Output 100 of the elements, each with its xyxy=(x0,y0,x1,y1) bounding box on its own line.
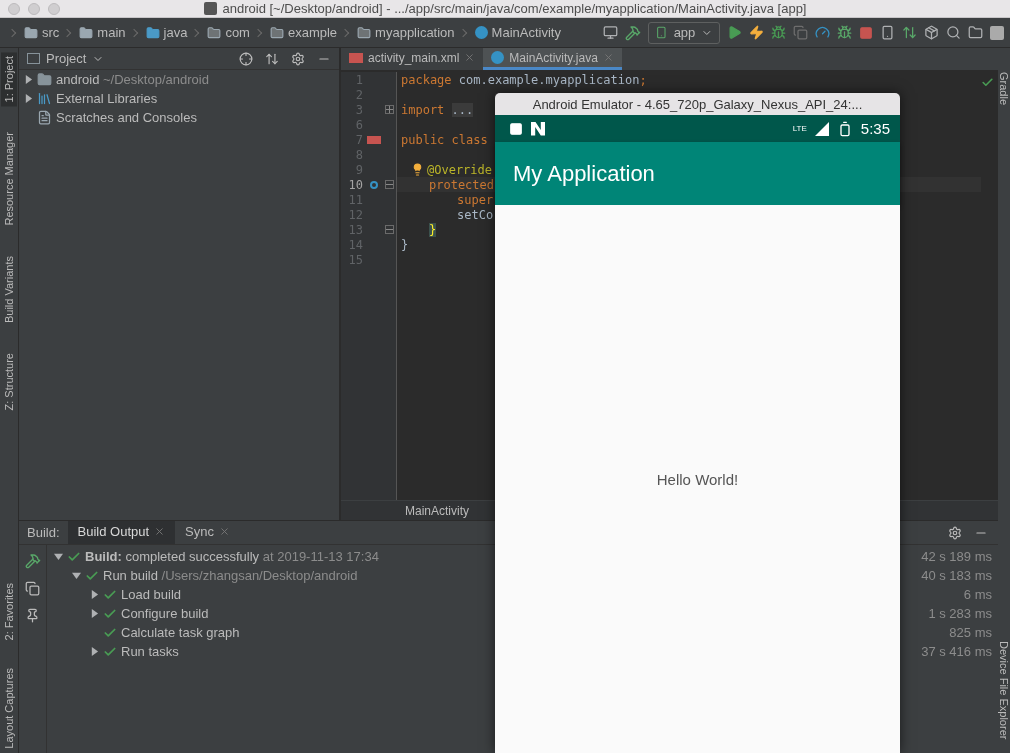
scratch-icon xyxy=(37,110,52,125)
layout-icon xyxy=(367,135,381,144)
lightning-icon[interactable] xyxy=(749,25,764,40)
tool-window-tab[interactable]: Build Variants xyxy=(1,252,17,328)
duration: 825 ms xyxy=(949,625,993,640)
sd-card-icon xyxy=(509,121,523,136)
avatar-icon[interactable] xyxy=(990,25,1004,40)
window-title: android [~/Desktop/android] - .../app/src/main/java/com/example/myapplication/MainActivity.java [app] xyxy=(222,1,807,16)
signal-icon xyxy=(814,121,829,136)
hammer-icon[interactable] xyxy=(625,24,641,41)
tree-item[interactable]: Scratches and Consoles xyxy=(56,110,197,125)
bug-icon[interactable] xyxy=(837,25,852,40)
run-icon[interactable] xyxy=(727,25,742,40)
code-line: setCo xyxy=(457,207,494,222)
build-tab[interactable]: Build Output xyxy=(67,521,176,544)
breadcrumb[interactable]: com xyxy=(225,25,250,40)
code-line: protected xyxy=(429,177,495,192)
code-line: } xyxy=(401,237,409,252)
expand-arrow-icon[interactable] xyxy=(89,590,99,599)
build-step: Load build xyxy=(121,587,181,602)
code-line: package com.example.myapplication; xyxy=(401,72,647,87)
build-tab[interactable]: Sync xyxy=(175,521,240,544)
close-icon[interactable] xyxy=(464,52,476,63)
class-icon xyxy=(491,51,505,64)
build-step: Configure build xyxy=(121,606,209,621)
breadcrumb[interactable]: MainActivity xyxy=(405,503,469,518)
fold-icon[interactable] xyxy=(385,225,394,234)
editor-tab[interactable]: MainActivity.java xyxy=(483,48,622,70)
settings-icon[interactable] xyxy=(948,525,962,540)
line-number: 10 xyxy=(347,177,363,192)
folder-icon[interactable] xyxy=(968,25,983,40)
folder-icon xyxy=(145,25,160,40)
tool-window-tab[interactable]: Z: Structure xyxy=(1,349,17,415)
hammer-icon[interactable] xyxy=(24,553,41,569)
bug-icon[interactable] xyxy=(771,25,786,40)
expand-arrow-icon[interactable] xyxy=(89,609,99,618)
settings-icon[interactable] xyxy=(291,51,305,66)
tool-window-tab[interactable]: 1: Project xyxy=(1,52,17,107)
check-icon xyxy=(981,76,994,89)
fold-icon[interactable] xyxy=(385,180,394,189)
project-icon xyxy=(27,53,40,64)
close-icon[interactable] xyxy=(154,526,166,537)
expand-arrow-icon[interactable] xyxy=(23,94,33,103)
code-line: super xyxy=(457,192,494,207)
duration: 42 s 189 ms xyxy=(921,549,993,564)
app-icon xyxy=(203,2,217,15)
panel-label: Build: xyxy=(26,525,61,540)
locate-icon[interactable] xyxy=(239,51,253,66)
duration: 1 s 283 ms xyxy=(928,606,993,621)
build-step: Calculate task graph xyxy=(121,625,240,640)
gauge-icon[interactable] xyxy=(815,25,830,40)
duration: 40 s 183 ms xyxy=(921,568,993,583)
library-icon xyxy=(37,91,52,106)
clock: 5:35 xyxy=(860,120,890,137)
fold-icon[interactable] xyxy=(385,105,394,114)
duration: 37 s 416 ms xyxy=(921,644,993,659)
xml-icon xyxy=(349,52,363,63)
breadcrumb[interactable]: src xyxy=(42,25,60,40)
run-configuration[interactable]: app xyxy=(648,21,720,44)
tool-window-tab[interactable]: Layout Captures xyxy=(1,664,17,753)
phone-icon[interactable] xyxy=(880,25,895,40)
emulator-title: Android Emulator - 4.65_720p_Galaxy_Nexus_API_24:... xyxy=(495,93,900,115)
tool-window-tab[interactable]: Device File Explorer xyxy=(996,636,1010,743)
expand-arrow-icon[interactable] xyxy=(23,75,33,84)
breadcrumb[interactable]: example xyxy=(287,25,338,40)
override-icon xyxy=(370,180,378,189)
code-line: @Override xyxy=(427,162,493,177)
tool-window-tab[interactable]: Gradle xyxy=(996,68,1010,110)
console-icon[interactable] xyxy=(25,581,40,596)
folder-icon xyxy=(79,25,94,40)
monitor-icon[interactable] xyxy=(603,25,618,40)
stop-icon[interactable] xyxy=(859,25,873,40)
tool-window-tab[interactable]: Resource Manager xyxy=(1,128,17,231)
collapse-icon[interactable] xyxy=(265,51,279,66)
pin-icon[interactable] xyxy=(25,608,40,623)
tree-item[interactable]: android ~/Desktop/android xyxy=(56,72,209,87)
panel-title[interactable]: Project xyxy=(46,51,87,66)
breadcrumb[interactable]: MainActivity xyxy=(491,25,561,40)
folder-icon xyxy=(24,25,38,40)
class-icon xyxy=(474,26,488,39)
close-icon[interactable] xyxy=(219,526,230,537)
breadcrumb[interactable]: main xyxy=(97,25,126,40)
network-label: LTE xyxy=(792,124,807,133)
sync-icon[interactable] xyxy=(902,25,917,40)
expand-arrow-icon[interactable] xyxy=(89,647,99,656)
tree-item[interactable]: External Libraries xyxy=(56,91,158,106)
build-step: Build: completed successfully at 2019-11-13 17:34 xyxy=(85,549,379,564)
tool-window-tab[interactable]: 2: Favorites xyxy=(1,578,17,645)
notification-icon xyxy=(531,121,545,136)
expand-arrow-icon[interactable] xyxy=(71,571,81,580)
editor-tab[interactable]: activity_main.xml xyxy=(341,48,484,70)
search-icon[interactable] xyxy=(946,25,961,40)
lightbulb-icon[interactable] xyxy=(411,163,424,176)
breadcrumb[interactable]: java xyxy=(163,25,188,40)
phone-icon xyxy=(655,26,668,39)
breadcrumb[interactable]: myapplication xyxy=(375,25,455,40)
code-line: import ... xyxy=(401,102,474,117)
hello-text: Hello World! xyxy=(656,470,739,488)
expand-arrow-icon[interactable] xyxy=(53,552,63,561)
build-step: Run tasks xyxy=(121,644,179,659)
